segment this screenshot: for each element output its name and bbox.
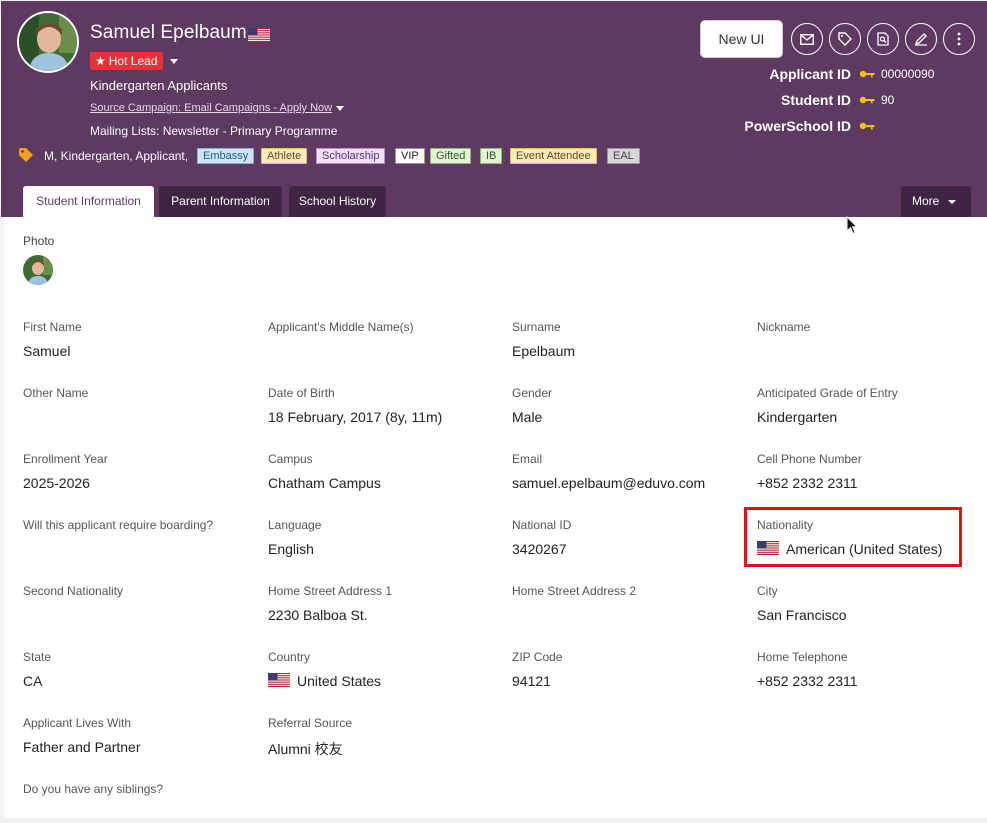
lives-with-label: Applicant Lives With (23, 716, 132, 730)
chevron-down-icon (947, 199, 956, 204)
student-id-value: 90 (881, 93, 895, 107)
dob-value: 18 February, 2017 (8y, 11m) (268, 409, 443, 425)
city-value: San Francisco (757, 607, 847, 623)
applicant-id-value: 00000090 (881, 67, 935, 81)
lead-dropdown-caret-icon[interactable] (170, 59, 178, 64)
tab-parent-information[interactable]: Parent Information (159, 186, 282, 217)
search-document-button[interactable] (867, 23, 899, 55)
mailing-lists: Mailing Lists: Newsletter - Primary Prog… (90, 124, 338, 138)
address1-value: 2230 Balboa St. (268, 607, 368, 623)
key-icon (859, 96, 875, 104)
tag-chip-eal[interactable]: EAL (607, 148, 640, 164)
us-flag-icon (248, 28, 270, 42)
student-id-label: Student ID (781, 92, 851, 108)
language-label: Language (268, 518, 322, 532)
tag-button[interactable] (829, 23, 861, 55)
address1-label: Home Street Address 1 (268, 584, 393, 598)
tag-chip-gifted[interactable]: Gifted (430, 148, 472, 164)
new-ui-button[interactable]: New UI (700, 20, 783, 58)
tag-chip-vip[interactable]: VIP (395, 148, 425, 164)
nickname-label: Nickname (757, 320, 811, 334)
tab-student-information[interactable]: Student Information (23, 186, 154, 217)
key-icon (859, 70, 875, 78)
profile-avatar[interactable] (17, 11, 79, 73)
search-doc-icon (877, 32, 889, 46)
referral-source-value: Alumni 校友 (268, 741, 343, 757)
cell-phone-label: Cell Phone Number (757, 452, 862, 466)
siblings-label: Do you have any siblings? (23, 782, 164, 796)
tags-text: M, Kindergarten, Applicant, (44, 149, 189, 163)
tag-chip-scholarship[interactable]: Scholarship (316, 148, 386, 164)
source-campaign-link[interactable]: Source Campaign: Email Campaigns - Apply… (90, 102, 332, 114)
applicant-id-label: Applicant ID (769, 66, 851, 82)
nationality-highlight-box (744, 507, 962, 567)
address2-label: Home Street Address 2 (512, 584, 637, 598)
zip-label: ZIP Code (512, 650, 563, 664)
gender-value: Male (512, 409, 543, 425)
enrollment-year-label: Enrollment Year (23, 452, 108, 466)
label-tag-icon (838, 32, 852, 46)
middle-name-label: Applicant's Middle Name(s) (268, 320, 414, 334)
gender-label: Gender (512, 386, 553, 400)
applicant-group: Kindergarten Applicants (90, 78, 228, 93)
second-nationality-label: Second Nationality (23, 584, 124, 598)
student-name: Samuel Epelbaum (90, 22, 247, 43)
star-icon: ★ (95, 54, 106, 68)
home-telephone-label: Home Telephone (757, 650, 848, 664)
surname-value: Epelbaum (512, 343, 576, 359)
tag-chip-embassy[interactable]: Embassy (197, 148, 255, 164)
city-label: City (757, 584, 778, 598)
campus-value: Chatham Campus (268, 475, 381, 491)
first-name-value: Samuel (23, 343, 71, 359)
campaign-dropdown-caret-icon[interactable] (336, 106, 344, 111)
photo-label: Photo (23, 234, 55, 248)
referral-source-label: Referral Source (268, 716, 353, 730)
tab-school-history[interactable]: School History (289, 186, 386, 217)
tag-chip-athlete[interactable]: Athlete (261, 148, 308, 164)
cell-phone-value: +852 2332 2311 (757, 475, 858, 491)
country-value: United States (297, 673, 382, 689)
tag-chip-event-attendee[interactable]: Event Attendee (510, 148, 597, 164)
mail-icon (800, 33, 814, 45)
enrollment-year-value: 2025-2026 (23, 475, 90, 491)
hot-lead-badge[interactable]: ★ Hot Lead (90, 52, 164, 70)
national-id-value: 3420267 (512, 541, 567, 557)
more-vertical-icon (957, 32, 961, 46)
grade-value: Kindergarten (757, 409, 838, 425)
email-button[interactable] (791, 23, 823, 55)
email-value: samuel.epelbaum@eduvo.com (512, 475, 706, 491)
more-actions-button[interactable] (943, 23, 975, 55)
email-label: Email (512, 452, 543, 466)
mouse-cursor-icon (846, 216, 858, 235)
hot-lead-label: Hot Lead (108, 54, 158, 68)
first-name-label: First Name (23, 320, 82, 334)
campus-label: Campus (268, 452, 313, 466)
powerschool-id-label: PowerSchool ID (744, 118, 851, 134)
edit-button[interactable] (905, 23, 937, 55)
more-label: More (912, 194, 940, 208)
tag-chip-ib[interactable]: IB (480, 148, 503, 164)
home-telephone-value: +852 2332 2311 (757, 673, 858, 689)
tag-icon (18, 147, 34, 163)
lives-with-value: Father and Partner (23, 739, 141, 755)
edit-icon (914, 33, 927, 46)
student-photo[interactable] (23, 255, 53, 285)
dob-label: Date of Birth (268, 386, 335, 400)
surname-label: Surname (512, 320, 561, 334)
boarding-label: Will this applicant require boarding? (23, 518, 214, 532)
state-value: CA (23, 673, 43, 689)
language-value: English (268, 541, 314, 557)
zip-value: 94121 (512, 673, 551, 689)
national-id-label: National ID (512, 518, 572, 532)
us-flag-icon (268, 673, 290, 687)
other-name-label: Other Name (23, 386, 89, 400)
grade-label: Anticipated Grade of Entry (757, 386, 898, 400)
country-label: Country (268, 650, 311, 664)
state-label: State (23, 650, 52, 664)
key-icon (859, 122, 875, 130)
more-tabs-button[interactable]: More (901, 186, 971, 217)
